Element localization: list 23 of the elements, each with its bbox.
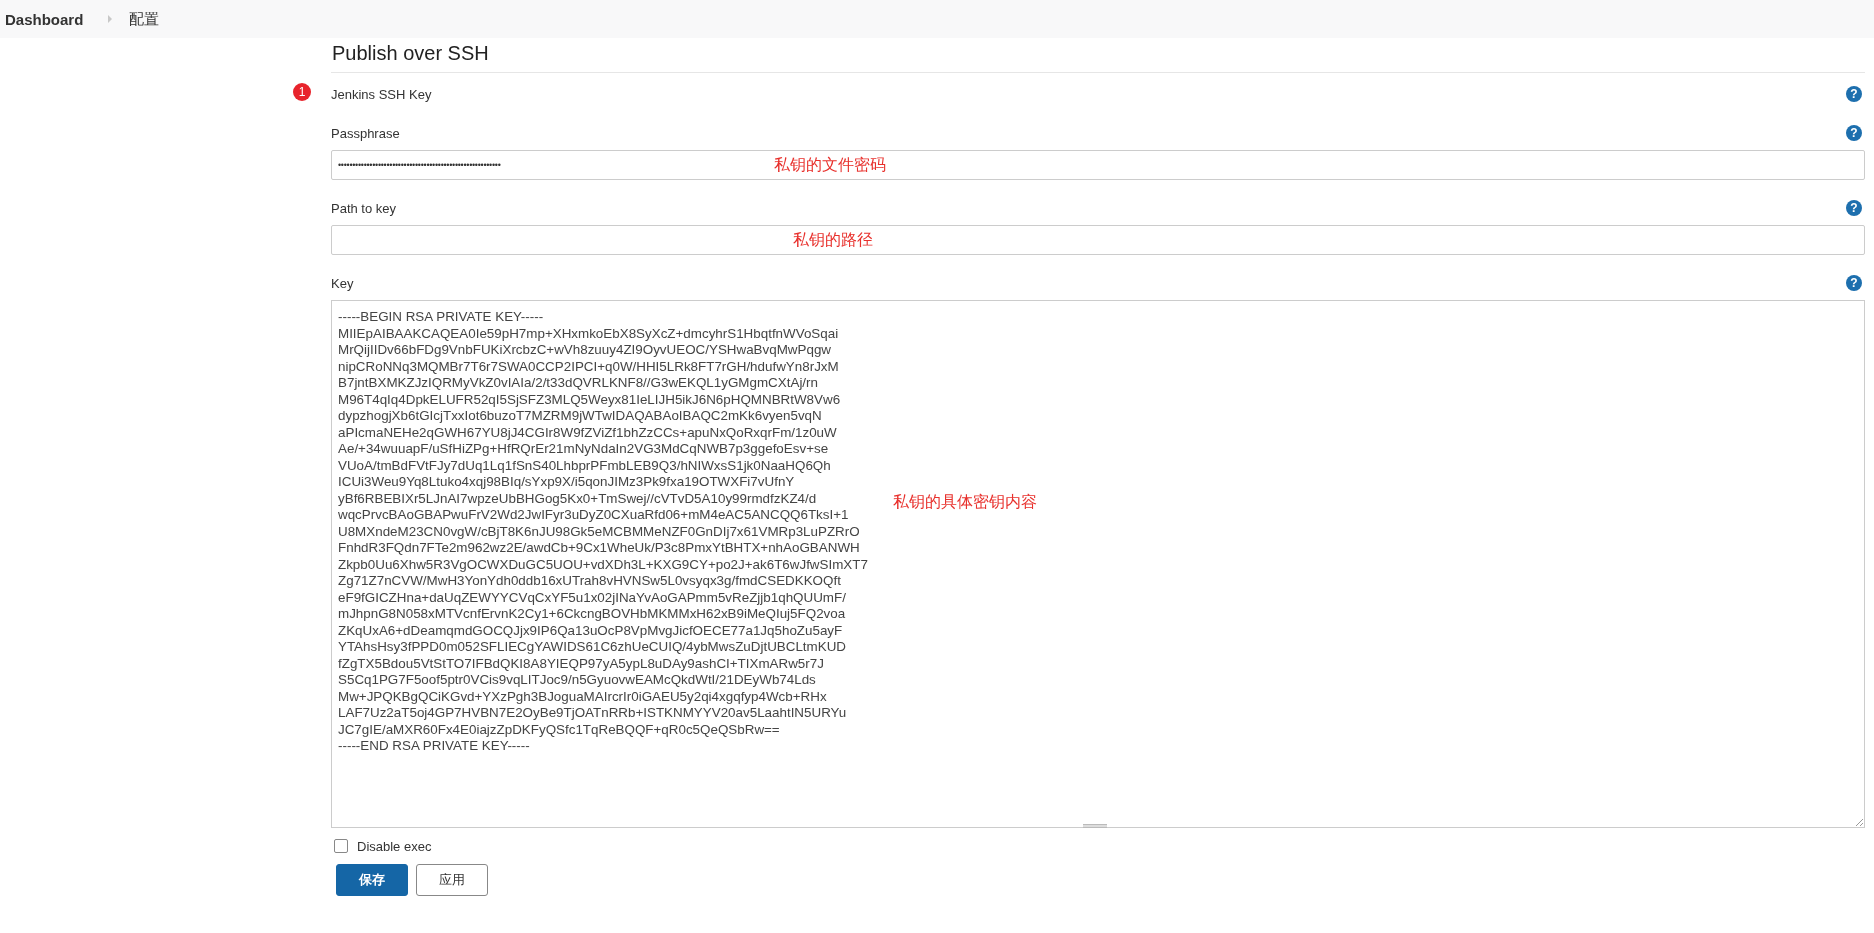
resize-grip-icon[interactable] xyxy=(1083,824,1107,828)
input-field[interactable] xyxy=(331,225,1865,255)
field-label: Jenkins SSH Key xyxy=(331,86,432,102)
error-badge: 1 xyxy=(293,83,311,101)
field-label: Path to key xyxy=(331,200,397,216)
help-icon[interactable]: ? xyxy=(1846,275,1862,291)
field-label: Key xyxy=(331,275,354,291)
annotation-text: 私钥的文件密码 xyxy=(774,155,886,175)
help-icon[interactable]: ? xyxy=(1846,200,1862,216)
breadcrumb-link[interactable]: 配置 xyxy=(129,9,160,29)
chevron-icon xyxy=(107,15,114,23)
resize-handle-icon[interactable] xyxy=(1855,818,1863,826)
checkbox[interactable] xyxy=(334,839,348,853)
apply-button[interactable]: 应用 xyxy=(416,864,488,896)
annotation-text: 私钥的路径 xyxy=(793,230,873,250)
annotation-text: 私钥的具体密钥内容 xyxy=(893,492,1037,512)
save-button[interactable]: 保存 xyxy=(336,864,408,896)
section-title: Publish over SSH xyxy=(331,38,1865,73)
checkbox-label: Disable exec xyxy=(357,838,432,854)
help-icon[interactable]: ? xyxy=(1846,86,1862,102)
field-label: Passphrase xyxy=(331,125,400,141)
breadcrumb-link[interactable]: Dashboard xyxy=(5,10,84,28)
help-icon[interactable]: ? xyxy=(1846,125,1862,141)
